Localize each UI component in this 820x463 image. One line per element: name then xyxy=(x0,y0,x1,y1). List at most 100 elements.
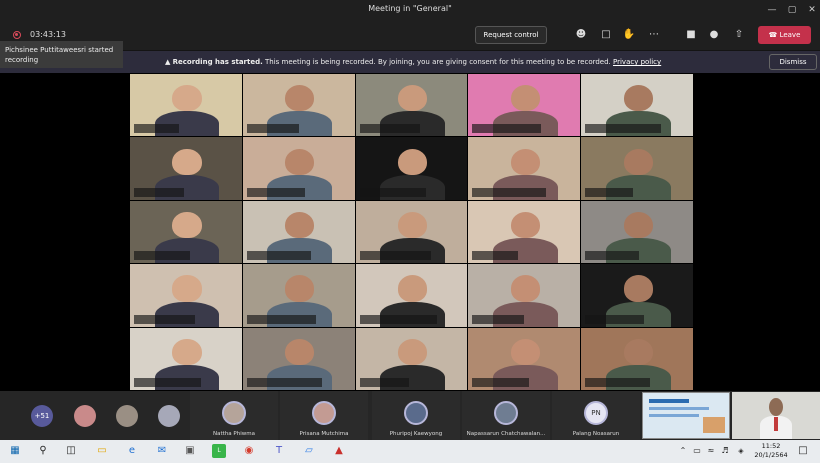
participant-tile[interactable]: Napassarun Chatchawalan... xyxy=(462,391,550,440)
maximize-button[interactable]: ▢ xyxy=(781,2,803,18)
participant-avatar xyxy=(312,401,336,425)
participant-face xyxy=(623,85,653,112)
participant-face xyxy=(510,212,540,239)
windows-start-icon[interactable]: ▦ xyxy=(8,444,22,458)
participant-face xyxy=(285,212,315,239)
participant-face xyxy=(285,275,315,302)
language-icon[interactable]: ◈ xyxy=(734,444,748,458)
participant-face xyxy=(398,338,428,366)
video-tile[interactable] xyxy=(355,264,468,327)
video-tile[interactable] xyxy=(242,74,355,137)
edge-icon[interactable]: e xyxy=(125,444,139,458)
video-tile[interactable] xyxy=(468,200,581,264)
shared-screen-thumbnail[interactable] xyxy=(642,392,730,439)
overflow-participants-button[interactable]: +51 xyxy=(31,405,53,427)
raise-hand-icon[interactable]: ✋ xyxy=(622,28,636,42)
mic-icon[interactable]: ● xyxy=(707,28,721,42)
close-button[interactable]: ✕ xyxy=(801,2,820,18)
participant-tile[interactable]: Phuripoj Kaewyong xyxy=(372,391,460,440)
video-tile[interactable] xyxy=(242,327,355,390)
video-tile[interactable] xyxy=(130,264,242,327)
participant-tile[interactable]: Nattha Phiwma xyxy=(190,391,278,440)
tile-name-tag xyxy=(585,314,645,324)
video-tile[interactable] xyxy=(355,200,468,264)
participant-avatar xyxy=(494,401,518,425)
video-tile[interactable] xyxy=(130,327,242,390)
window-title: Meeting in "General" xyxy=(368,4,452,13)
video-tile[interactable] xyxy=(581,137,693,200)
line-icon[interactable]: L xyxy=(212,444,226,458)
participant-face xyxy=(172,338,202,366)
video-tile[interactable] xyxy=(130,137,242,200)
participant-face xyxy=(285,85,315,112)
recording-icon xyxy=(13,31,21,39)
video-tile[interactable] xyxy=(581,200,693,264)
minimize-button[interactable]: — xyxy=(761,2,783,18)
acrobat-icon[interactable]: ▲ xyxy=(332,444,346,458)
participant-face xyxy=(172,275,202,302)
task-view-icon[interactable]: ◫ xyxy=(64,444,78,458)
participant-face xyxy=(623,275,653,302)
chevron-up-icon[interactable]: ⌃ xyxy=(676,444,690,458)
participant-avatar[interactable] xyxy=(158,405,180,427)
participant-face xyxy=(398,85,428,112)
tile-name-tag xyxy=(472,124,541,134)
camera-icon[interactable]: ■ xyxy=(684,28,698,42)
video-tile[interactable] xyxy=(468,137,581,200)
participant-tile[interactable]: Prisana Mutchima xyxy=(280,391,368,440)
video-tile[interactable] xyxy=(581,327,693,390)
video-tile[interactable] xyxy=(242,200,355,264)
teams-icon[interactable]: T xyxy=(272,444,286,458)
video-tile[interactable] xyxy=(468,327,581,390)
tile-name-tag xyxy=(246,187,305,197)
participant-avatar[interactable] xyxy=(116,405,138,427)
search-icon[interactable]: ⚲ xyxy=(36,444,50,458)
participant-avatar[interactable] xyxy=(74,405,96,427)
taskbar-clock[interactable]: 11:52 20/1/2564 xyxy=(754,442,788,460)
tile-name-tag xyxy=(359,124,420,134)
app-icon[interactable]: ▱ xyxy=(302,444,316,458)
chat-icon[interactable]: □ xyxy=(599,28,613,42)
meeting-timer: 03:43:13 xyxy=(30,30,66,39)
video-tile[interactable] xyxy=(468,74,581,137)
file-explorer-icon[interactable]: ▭ xyxy=(95,444,109,458)
request-control-button[interactable]: Request control xyxy=(475,26,547,44)
participant-avatar xyxy=(404,401,428,425)
chrome-icon[interactable]: ◉ xyxy=(242,444,256,458)
tile-name-tag xyxy=(134,314,196,324)
recording-toast: Pichsinee Puttitaweesri started recordin… xyxy=(0,41,123,68)
video-tile[interactable] xyxy=(355,74,468,137)
tile-name-tag xyxy=(134,187,185,197)
privacy-policy-link[interactable]: Privacy policy xyxy=(613,58,661,66)
window-titlebar: Meeting in "General" — ▢ ✕ xyxy=(0,0,820,20)
video-tile[interactable] xyxy=(242,264,355,327)
video-grid xyxy=(130,74,693,390)
video-tile[interactable] xyxy=(468,264,581,327)
tile-name-tag xyxy=(246,251,311,261)
participant-tile[interactable]: PN Palang Noasarun xyxy=(552,391,640,440)
video-tile[interactable] xyxy=(130,74,242,137)
video-tile[interactable] xyxy=(581,264,693,327)
self-video-thumbnail[interactable] xyxy=(732,392,820,439)
notification-icon[interactable]: □ xyxy=(796,444,810,458)
video-tile[interactable] xyxy=(242,137,355,200)
wifi-icon[interactable]: ≈ xyxy=(704,444,718,458)
store-icon[interactable]: ▣ xyxy=(183,444,197,458)
volume-icon[interactable]: ♬ xyxy=(718,444,732,458)
leave-button[interactable]: ☎ Leave xyxy=(758,26,811,44)
video-tile[interactable] xyxy=(581,74,693,137)
video-tile[interactable] xyxy=(130,200,242,264)
more-icon[interactable]: ⋯ xyxy=(647,28,661,42)
participant-face xyxy=(398,212,428,239)
participant-face xyxy=(398,275,428,302)
video-tile[interactable] xyxy=(355,137,468,200)
mail-icon[interactable]: ✉ xyxy=(155,444,169,458)
participant-name: Phuripoj Kaewyong xyxy=(389,431,443,437)
warning-icon: ▲ xyxy=(165,58,171,66)
participant-name: Napassarun Chatchawalan... xyxy=(466,431,546,437)
share-icon[interactable]: ⇧ xyxy=(732,28,746,42)
battery-icon[interactable]: ▭ xyxy=(690,444,704,458)
dismiss-button[interactable]: Dismiss xyxy=(769,54,817,70)
people-icon[interactable]: ☻ xyxy=(574,28,588,42)
video-tile[interactable] xyxy=(355,327,468,390)
